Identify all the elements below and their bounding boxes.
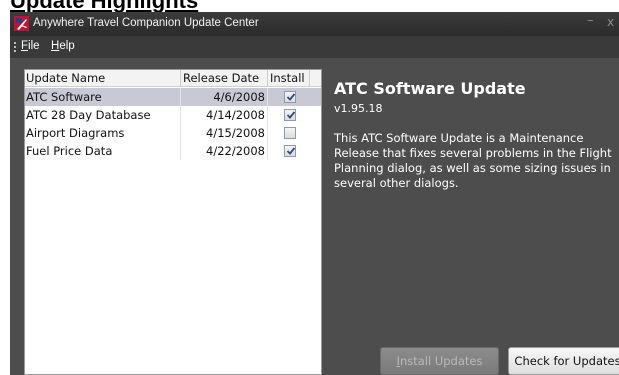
table-row[interactable]: ATC Software 4/6/2008 xyxy=(25,88,321,106)
details-description: This ATC Software Update is a Maintenanc… xyxy=(334,131,612,190)
cell-divider xyxy=(267,106,268,124)
table-row[interactable]: Fuel Price Data 4/22/2008 xyxy=(25,142,321,160)
menu-help[interactable]: Help xyxy=(51,40,75,52)
update-center-window: Anywhere Travel Companion Update Center … xyxy=(10,12,619,375)
close-button[interactable]: x xyxy=(607,15,614,29)
list-header: Update Name Release Date Install xyxy=(25,70,321,87)
menu-file[interactable]: File xyxy=(21,40,40,52)
column-header-update-name[interactable]: Update Name xyxy=(26,71,105,85)
cell-divider xyxy=(180,124,181,142)
cell-divider xyxy=(180,88,181,106)
menu-bar: File Help xyxy=(10,36,619,58)
column-header-install[interactable]: Install xyxy=(270,71,305,85)
release-date-cell: 4/14/2008 xyxy=(206,108,265,122)
details-version: v1.95.18 xyxy=(334,102,383,115)
table-row[interactable]: ATC 28 Day Database 4/14/2008 xyxy=(25,106,321,124)
checkmark-icon xyxy=(286,93,296,101)
release-date-cell: 4/22/2008 xyxy=(206,144,265,158)
install-checkbox[interactable] xyxy=(284,109,296,121)
column-divider[interactable] xyxy=(309,70,310,87)
update-list: Update Name Release Date Install ATC Sof… xyxy=(24,69,322,375)
install-checkbox[interactable] xyxy=(284,127,296,139)
release-date-cell: 4/15/2008 xyxy=(206,126,265,140)
cell-divider xyxy=(180,142,181,160)
column-divider[interactable] xyxy=(267,70,268,87)
install-updates-button[interactable]: Install Updates xyxy=(380,347,499,375)
minimize-button[interactable]: – xyxy=(587,13,594,28)
travel-app-icon xyxy=(14,16,29,31)
column-divider[interactable] xyxy=(180,70,181,87)
update-name-cell: Fuel Price Data xyxy=(26,144,113,158)
install-checkbox[interactable] xyxy=(284,91,296,103)
checkmark-icon xyxy=(286,147,296,155)
cell-divider xyxy=(180,106,181,124)
menu-grip-icon xyxy=(14,42,16,52)
cell-divider xyxy=(267,88,268,106)
install-checkbox[interactable] xyxy=(284,145,296,157)
cell-divider xyxy=(267,142,268,160)
title-bar[interactable]: Anywhere Travel Companion Update Center … xyxy=(10,12,619,36)
checkmark-icon xyxy=(286,111,296,119)
cell-divider xyxy=(267,124,268,142)
table-row[interactable]: Airport Diagrams 4/15/2008 xyxy=(25,124,321,142)
details-title: ATC Software Update xyxy=(334,79,526,98)
check-for-updates-button[interactable]: Check for Updates xyxy=(508,347,619,375)
window-title: Anywhere Travel Companion Update Center xyxy=(33,17,259,29)
update-name-cell: Airport Diagrams xyxy=(26,126,125,140)
column-header-release-date[interactable]: Release Date xyxy=(183,71,259,85)
release-date-cell: 4/6/2008 xyxy=(213,90,265,104)
update-name-cell: ATC 28 Day Database xyxy=(26,108,151,122)
update-name-cell: ATC Software xyxy=(26,90,102,104)
